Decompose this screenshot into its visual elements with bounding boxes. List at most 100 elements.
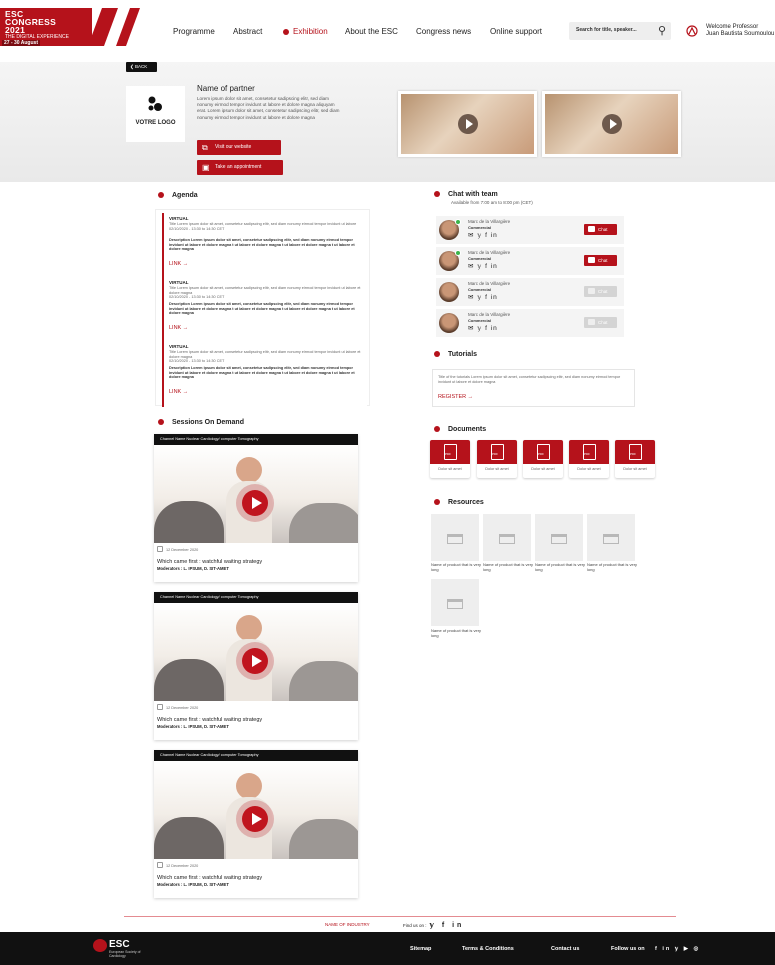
section-dot-icon [434,499,440,506]
online-indicator-icon [455,219,461,225]
session-card[interactable]: Channel Name Nuclear Cardiology/ compute… [154,750,358,898]
chat-availability: Available from 7:00 am to 8:00 pm (CET) [451,200,533,205]
product-name[interactable]: Name of product that is very long [431,628,483,638]
social-icons[interactable]: 𝕪 f in [430,922,465,929]
find-us-social[interactable]: Find us on :𝕪 f in [403,921,464,929]
document-card[interactable]: Dolor sit amet [430,440,470,478]
section-dot-icon [158,192,164,199]
nav-programme[interactable]: Programme [173,27,215,36]
chat-member: Marc de la Villargière Commercial ✉ 𝕪 f i… [436,278,624,306]
user-icon[interactable] [686,25,698,37]
nav-exhibition[interactable]: Exhibition [293,27,328,36]
avatar [439,313,459,333]
product-name[interactable]: Name of product that is very long [431,562,483,572]
play-icon[interactable] [457,114,478,134]
visit-website-button[interactable]: ⧉ Visit our website [197,140,281,155]
document-card[interactable]: Dolor sit amet [569,440,609,478]
calendar-icon [157,862,163,868]
agenda-link[interactable]: LINK → [169,261,188,267]
document-card[interactable]: Dolor sit amet [615,440,655,478]
session-thumbnail[interactable] [154,603,358,701]
follow-us-label: Follow us on [611,946,645,952]
chat-member: Marc de la Villargière Commercial ✉ 𝕪 f i… [436,309,624,337]
logo-stripes-icon [88,8,140,46]
play-icon[interactable] [601,114,622,134]
agenda-link[interactable]: LINK → [169,389,188,395]
avatar [439,282,459,302]
active-nav-dot-icon [283,29,289,35]
nav-abstract[interactable]: Abstract [233,27,262,36]
pdf-icon [477,440,517,464]
document-card[interactable]: Dolor sit amet [477,440,517,478]
partner-video-1[interactable] [398,91,537,157]
product-name[interactable]: Name of product that is very long [483,562,535,572]
chat-icon [588,319,595,325]
tutorials-heading: Tutorials [434,351,477,358]
agenda-item: VIRTUAL Title Lorem ipsum dolor sit amet… [162,341,367,407]
member-social-icons[interactable]: ✉ 𝕪 f in [468,324,498,332]
product-name[interactable]: Name of product that is very long [587,562,639,572]
footer-terms-link[interactable]: Terms & Conditions [462,946,514,952]
footer-divider [124,916,676,917]
footer-sitemap-link[interactable]: Sitemap [410,946,431,952]
document-card[interactable]: Dolor sit amet [523,440,563,478]
product-image[interactable] [483,514,531,561]
chat-member: Marc de la Villargière Commercial ✉ 𝕪 f i… [436,216,624,244]
external-link-icon: ⧉ [202,143,208,152]
footer-contact-link[interactable]: Contact us [551,946,579,952]
search-icon[interactable]: ⚲ [658,24,666,37]
chat-button[interactable]: Chat [584,255,617,266]
session-thumbnail[interactable] [154,445,358,543]
agenda-item: VIRTUAL Title Lorem ipsum dolor sit amet… [162,277,367,343]
product-image[interactable] [535,514,583,561]
partner-logo-shape-icon [148,96,162,111]
chat-icon [588,288,595,294]
partner-video-2[interactable] [542,91,681,157]
tutorial-card: Title of the tutorials Lorem ipsum dolor… [432,369,635,407]
session-thumbnail[interactable] [154,761,358,859]
calendar-icon [157,704,163,710]
session-card[interactable]: Channel Name Nuclear Cardiology/ compute… [154,434,358,582]
chat-icon [588,226,595,232]
congress-logo[interactable]: ESC CONGRESS 2021 THE DIGITAL EXPERIENCE 2… [0,8,146,46]
documents-heading: Documents [434,426,486,433]
industry-name: NAME OF INDUSTRY [325,922,370,927]
take-appointment-button[interactable]: ▣ Take an appointment [197,160,283,175]
sessions-heading: Sessions On Demand [158,419,244,426]
product-name[interactable]: Name of product that is very long [535,562,587,572]
welcome-text: Welcome Professor Juan Bautista Soumoulou [706,24,775,37]
agenda-link[interactable]: LINK → [169,325,188,331]
member-social-icons[interactable]: ✉ 𝕪 f in [468,293,498,301]
agenda-item: VIRTUAL Title Lorem ipsum dolor sit amet… [162,213,367,279]
partner-name: Name of partner [197,84,255,93]
calendar-icon: ▣ [202,163,210,172]
session-card[interactable]: Channel Name Nuclear Cardiology/ compute… [154,592,358,740]
calendar-icon [157,546,163,552]
play-icon[interactable] [236,800,274,838]
agenda-heading: Agenda [158,192,198,199]
partner-logo: VOTRE LOGO [126,86,185,142]
member-social-icons[interactable]: ✉ 𝕪 f in [468,262,498,270]
back-button[interactable]: ❮ BACK [126,62,157,72]
play-icon[interactable] [236,484,274,522]
nav-congress-news[interactable]: Congress news [416,27,471,36]
play-icon[interactable] [236,642,274,680]
online-indicator-icon [455,250,461,256]
section-dot-icon [158,419,164,426]
footer-social-icons[interactable]: f in 𝕪 ▶ ◎ [655,946,700,952]
chat-button-disabled: Chat [584,286,617,297]
register-link[interactable]: REGISTER → [438,394,473,400]
chat-icon [588,257,595,263]
product-image[interactable] [587,514,635,561]
nav-about-esc[interactable]: About the ESC [345,27,398,36]
product-image[interactable] [431,514,479,561]
search-input[interactable]: Search for title, speaker... ⚲ [569,22,671,40]
heart-logo-icon [93,939,107,952]
section-dot-icon [434,351,440,358]
chat-button[interactable]: Chat [584,224,617,235]
product-image[interactable] [431,579,479,626]
member-social-icons[interactable]: ✉ 𝕪 f in [468,231,498,239]
nav-online-support[interactable]: Online support [490,27,542,36]
chat-heading: Chat with team [434,191,498,198]
section-dot-icon [434,191,440,198]
